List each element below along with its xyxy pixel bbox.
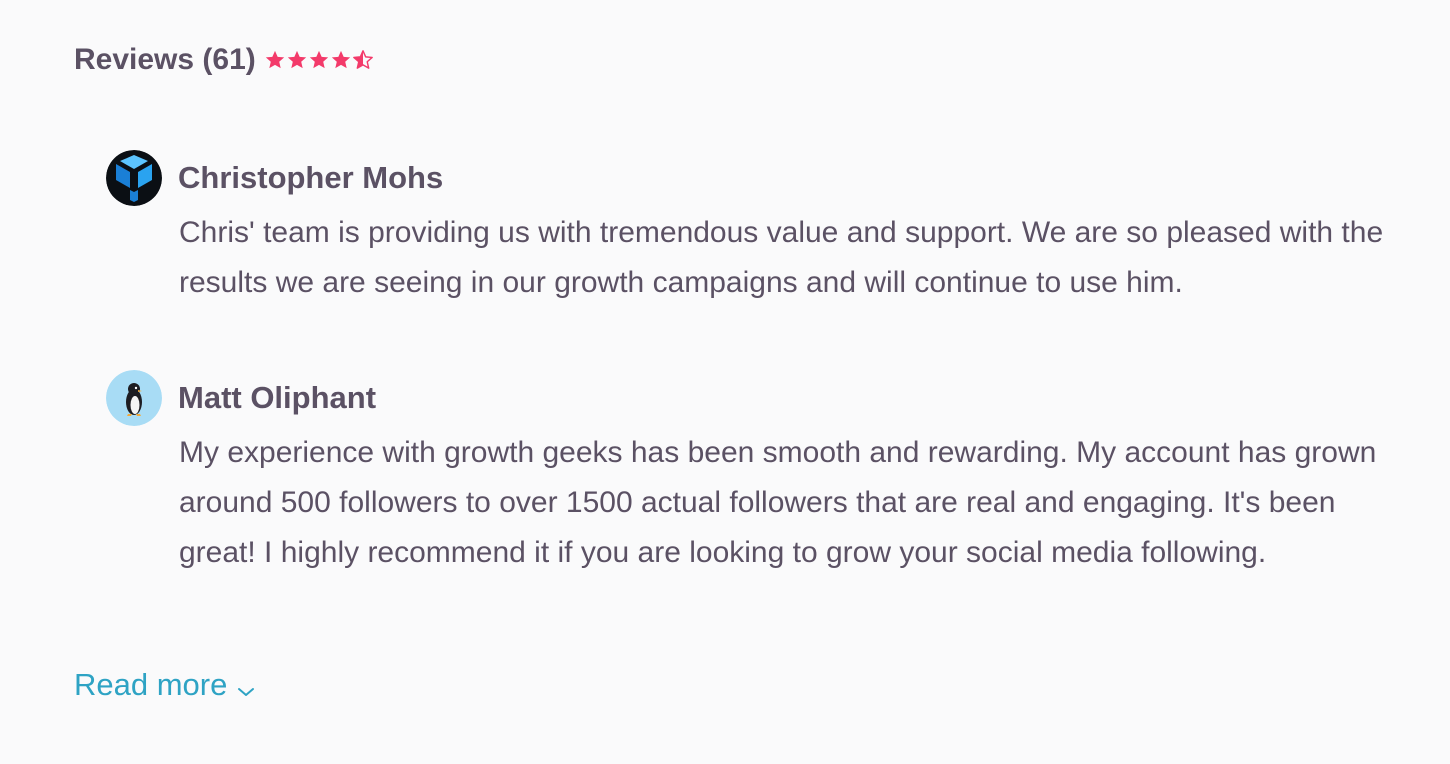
blue-y-logo-icon — [106, 150, 162, 206]
star-full-icon — [264, 49, 286, 71]
review-text: My experience with growth geeks has been… — [179, 436, 1377, 569]
reviews-header: Reviews (61) — [74, 40, 374, 80]
reviews-title: Reviews (61) — [74, 43, 256, 76]
star-full-icon — [286, 49, 308, 71]
chevron-down-icon — [237, 666, 255, 710]
star-full-icon — [308, 49, 330, 71]
reviewer-name: Christopher Mohs — [178, 160, 444, 195]
read-more-link[interactable]: Read more — [74, 660, 255, 710]
rating-stars — [264, 49, 374, 71]
avatar — [106, 150, 162, 206]
star-full-icon — [330, 49, 352, 71]
review-text: Chris' team is providing us with tremend… — [179, 216, 1384, 299]
reviews-section: Reviews (61) Christopher Mohs Chris' tea… — [0, 0, 1450, 764]
star-half-icon — [352, 49, 374, 71]
read-more-label: Read more — [74, 667, 228, 702]
reviewer-name: Matt Oliphant — [178, 380, 377, 415]
avatar — [106, 370, 162, 426]
penguin-icon — [106, 370, 162, 426]
